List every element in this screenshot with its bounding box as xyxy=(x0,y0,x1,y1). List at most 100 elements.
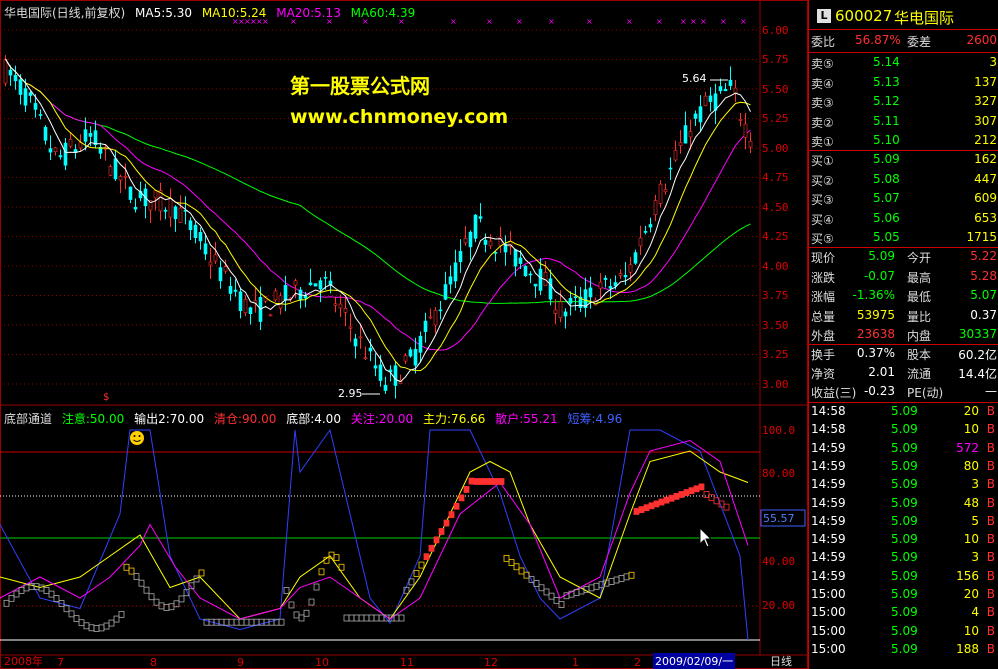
mouse-cursor-icon xyxy=(699,526,713,548)
stat-value: 5.28 xyxy=(970,268,997,283)
candle-body xyxy=(598,281,603,289)
signal-marker: × xyxy=(700,17,707,26)
stat-label: 总量 xyxy=(811,309,836,324)
tick-price: 5.09 xyxy=(891,587,918,601)
cursor-date-label: 2009/02/09/一 xyxy=(653,653,736,669)
indicator-step xyxy=(668,494,675,502)
fund-row: 净资 2.01 流通 14.4亿 xyxy=(809,364,998,383)
buy-label: 买③ xyxy=(811,193,834,208)
stat-label: 现价 xyxy=(811,251,836,265)
tick-volume: 156 xyxy=(956,568,979,583)
indicator-step xyxy=(518,567,525,575)
candle-body xyxy=(733,87,738,94)
tick-time: 14:59 xyxy=(811,550,846,565)
indicator-step xyxy=(108,619,115,627)
fund-value: 14.4亿 xyxy=(958,367,997,381)
signal-marker: × xyxy=(720,17,727,26)
candle-body xyxy=(728,79,733,86)
tick-row: 14:59 5.09 156 B xyxy=(809,568,998,587)
indicator-step xyxy=(3,599,10,607)
sell-label: 卖⑤ xyxy=(811,57,834,71)
indicator-lines xyxy=(0,428,749,641)
candle-body xyxy=(428,316,433,319)
tick-time: 15:00 xyxy=(811,641,846,656)
indicator-step xyxy=(163,604,170,611)
tick-time: 14:59 xyxy=(811,532,846,547)
candle-body xyxy=(603,277,608,280)
candle-body xyxy=(58,155,63,158)
tick-volume: 80 xyxy=(963,458,979,473)
indicator-step xyxy=(453,502,460,510)
candle-body xyxy=(658,183,663,204)
candle-body xyxy=(273,290,278,301)
indicator-step xyxy=(628,571,635,579)
tick-price: 5.09 xyxy=(891,404,918,418)
tick-side: B xyxy=(986,477,995,492)
signal-marker: × xyxy=(626,17,633,26)
candle-body xyxy=(483,239,488,245)
chart-area[interactable]: × × × × × × × × × × × × × × × × × × × × × × $ 华电国际(日线,前复权) MA5… xyxy=(0,0,808,669)
indicator-step xyxy=(18,587,25,594)
indicator-step xyxy=(423,553,430,561)
indicator-step xyxy=(358,614,365,622)
period-label[interactable]: 日线 xyxy=(770,653,792,669)
indicator-step xyxy=(343,614,350,622)
indicator-step xyxy=(498,478,505,485)
tick-time: 15:00 xyxy=(811,587,846,601)
candle-body xyxy=(718,86,723,92)
signal-marker: × xyxy=(486,17,493,26)
candle-body xyxy=(663,189,668,193)
candle-body xyxy=(448,276,453,285)
buy-level: 买④ 5.06 653 xyxy=(809,210,998,229)
buy-level: 买② 5.08 447 xyxy=(809,171,998,190)
candle-body xyxy=(513,249,518,267)
candle-body xyxy=(223,266,228,272)
indicator-step xyxy=(613,576,620,584)
candle-body xyxy=(213,254,218,262)
indicator-step xyxy=(303,609,310,617)
tick-time: 14:59 xyxy=(811,568,846,583)
candle-body xyxy=(218,267,223,282)
signal-marker: × xyxy=(656,17,663,26)
indicator-step xyxy=(558,601,565,608)
tick-time: 14:59 xyxy=(811,440,846,455)
kline-chart-svg[interactable]: × × × × × × × × × × × × × × × × × × × × × ×$ xyxy=(0,0,808,669)
indicator-step xyxy=(13,590,20,598)
candle-body xyxy=(488,240,493,247)
candle-body xyxy=(78,142,83,149)
stat-row: 涨幅 -1.36% 最低 5.07 xyxy=(809,287,998,306)
indicator-step xyxy=(643,504,650,512)
candle-body xyxy=(133,206,138,210)
candle-body xyxy=(208,261,213,266)
indicator-step xyxy=(698,483,705,491)
candle-body xyxy=(353,338,358,347)
tick-row: 15:00 5.09 10 B xyxy=(809,623,998,642)
tick-side: B xyxy=(986,587,995,601)
level2-icon[interactable]: L xyxy=(817,9,831,23)
buy-price: 5.07 xyxy=(873,191,900,206)
candle-body xyxy=(188,220,193,231)
indicator-step xyxy=(223,618,230,626)
tick-volume: 10 xyxy=(963,532,979,547)
candle-body xyxy=(693,113,698,119)
candle-body xyxy=(93,130,98,146)
tick-row: 14:59 5.09 5 B xyxy=(809,513,998,532)
tick-volume: 5 xyxy=(971,513,979,528)
candle-body xyxy=(88,133,93,137)
price-tick: 3.00 xyxy=(762,378,789,391)
x-tick: 8 xyxy=(150,656,157,669)
weibi-value: 56.87% xyxy=(855,33,901,47)
candle-body xyxy=(43,126,48,141)
indicator-step xyxy=(103,622,110,630)
tick-row: 15:00 5.09 188 B xyxy=(809,641,998,660)
indicator-step xyxy=(143,586,150,594)
indicator-tick: 20.00 xyxy=(762,599,796,612)
indicator-tick: 80.00 xyxy=(762,467,796,480)
candle-body xyxy=(313,283,318,287)
x-tick: 10 xyxy=(315,656,329,669)
buy-signal-marker: $ xyxy=(103,392,109,403)
signal-marker: × xyxy=(680,17,687,26)
indicator-step xyxy=(508,559,515,566)
indicator-step xyxy=(283,587,290,594)
candle-body xyxy=(413,348,418,366)
